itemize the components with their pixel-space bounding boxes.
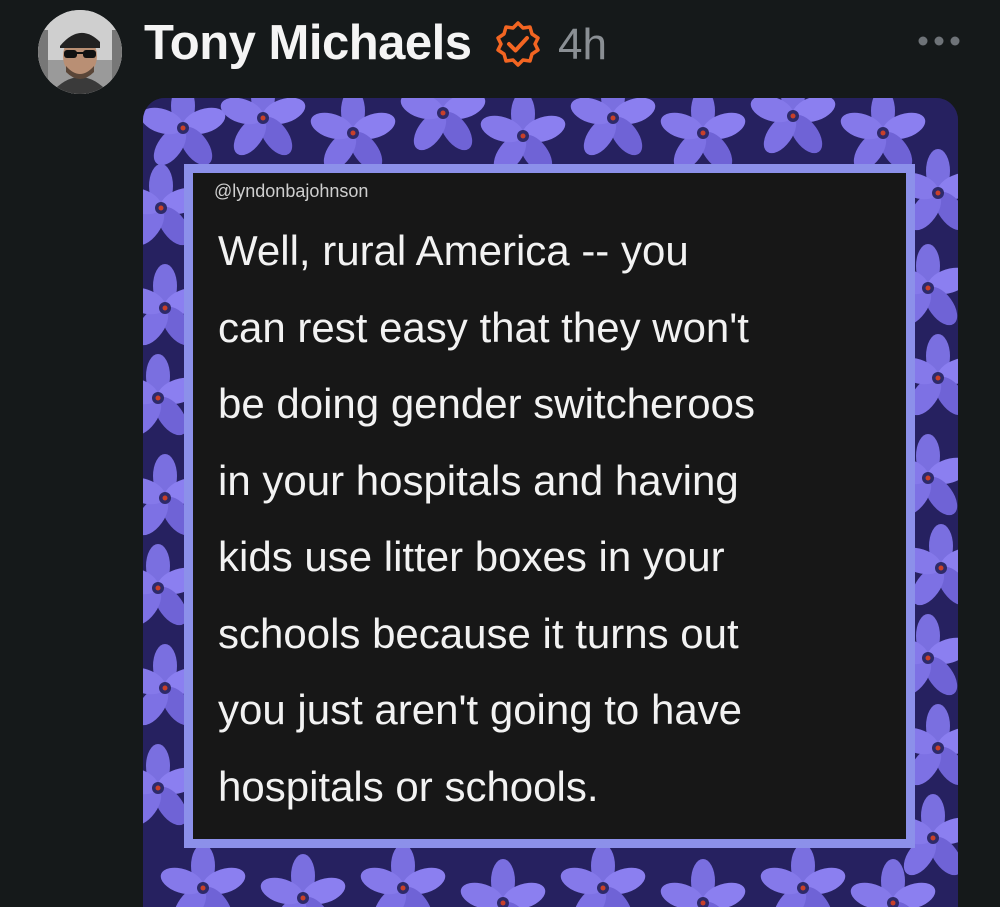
quote-line: be doing gender switcheroos	[218, 380, 756, 427]
quote-line: hospitals or schools.	[218, 762, 599, 810]
quote-line: Well, rural America -- you	[218, 227, 689, 274]
quote-handle: @lyndonbajohnson	[214, 181, 369, 201]
quote-card: @lyndonbajohnson Well, rural America -- …	[184, 164, 915, 848]
quote-line: can rest easy that they won't	[218, 303, 749, 351]
verified-badge-icon	[496, 21, 540, 67]
quote-line: schools because it turns out	[218, 609, 739, 657]
quote-line: you just aren't going to have	[218, 686, 743, 733]
post-image[interactable]: @lyndonbajohnson Well, rural America -- …	[143, 98, 958, 907]
author-name[interactable]: Tony Michaels	[144, 14, 472, 72]
more-options-icon[interactable]	[916, 26, 962, 56]
quote-line: in your hospitals and having	[218, 456, 739, 504]
avatar-photo	[38, 10, 122, 94]
quote-line: kids use litter boxes in your	[218, 533, 725, 580]
quote-text: Well, rural America -- you can rest easy…	[218, 213, 898, 825]
avatar[interactable]	[38, 10, 122, 94]
post-timestamp: 4h	[558, 20, 607, 69]
post: Tony Michaels 4h @lyndonbajohnson Well, …	[0, 0, 1000, 907]
